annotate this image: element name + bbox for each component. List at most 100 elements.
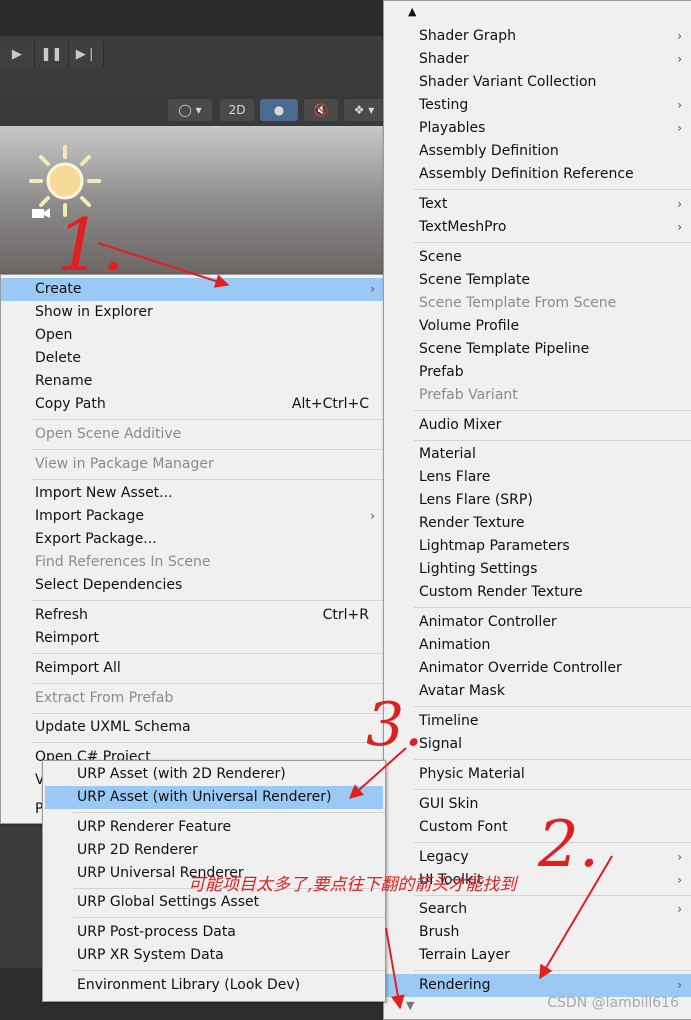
menu-item-label: Lightmap Parameters <box>419 538 570 554</box>
menu-item-text[interactable]: Text › <box>384 193 691 216</box>
menu-item-label: Search <box>419 901 468 917</box>
menu-item-playables[interactable]: Playables › <box>384 117 691 140</box>
menu-item-import-package[interactable]: Import Package › <box>1 505 384 528</box>
menu-item-label: Shader Graph <box>419 28 516 44</box>
menu-item-create[interactable]: Create › <box>1 278 384 301</box>
menu-item-terrain-layer[interactable]: Terrain Layer <box>384 944 691 967</box>
step-icon: ▶❘ <box>75 46 97 62</box>
menu-item-urp-asset-universal[interactable]: URP Asset (with Universal Renderer) <box>45 786 383 809</box>
chevron-right-icon: › <box>677 902 682 916</box>
menu-item-search[interactable]: Search › <box>384 898 691 921</box>
menu-separator <box>31 419 384 420</box>
menu-separator <box>414 607 691 608</box>
watermark: CSDN @lambill616 <box>547 995 679 1011</box>
menu-item-physic-material[interactable]: Physic Material <box>384 763 691 786</box>
lighting-toggle-button[interactable]: ● <box>260 99 298 121</box>
light-bulb-icon: ● <box>273 103 285 117</box>
menu-item-rename[interactable]: Rename <box>1 370 384 393</box>
menu-item-gui-skin[interactable]: GUI Skin <box>384 793 691 816</box>
menu-item-custom-font[interactable]: Custom Font <box>384 816 691 839</box>
menu-item-rendering[interactable]: Rendering › <box>384 974 691 997</box>
menu-separator <box>31 449 384 450</box>
menu-item-label: Create <box>35 281 82 297</box>
menu-item-render-texture[interactable]: Render Texture <box>384 512 691 535</box>
menu-item-scene-template[interactable]: Scene Template <box>384 269 691 292</box>
menu-separator <box>414 410 691 411</box>
menu-item-label: Testing <box>419 97 469 113</box>
menu-item-export-package[interactable]: Export Package... <box>1 528 384 551</box>
menu-item-urp-post-process-data[interactable]: URP Post-process Data <box>43 921 385 944</box>
menu-item-update-uxml-schema[interactable]: Update UXML Schema <box>1 716 384 739</box>
audio-toggle-button[interactable]: 🔇 <box>304 99 338 121</box>
chevron-right-icon: › <box>677 197 682 211</box>
menu-item-label: Update UXML Schema <box>35 719 191 735</box>
menu-item-label: Shader Variant Collection <box>419 74 597 90</box>
menu-item-select-dependencies[interactable]: Select Dependencies <box>1 574 384 597</box>
menu-item-testing[interactable]: Testing › <box>384 94 691 117</box>
menu-item-label: URP Asset (with Universal Renderer) <box>77 789 332 805</box>
menu-separator <box>31 600 384 601</box>
menu-item-lighting-settings[interactable]: Lighting Settings <box>384 558 691 581</box>
menu-item-scene-template-pipeline[interactable]: Scene Template Pipeline <box>384 338 691 361</box>
menu-item-open[interactable]: Open <box>1 324 384 347</box>
menu-item-shortcut: Ctrl+R <box>322 607 369 623</box>
menu-item-label: URP 2D Renderer <box>77 842 198 858</box>
menu-item-environment-library[interactable]: Environment Library (Look Dev) <box>43 974 385 997</box>
menu-item-reimport-all[interactable]: Reimport All <box>1 657 384 680</box>
effects-dropdown[interactable]: ❖ ▾ <box>344 99 384 121</box>
menu-item-ui-toolkit[interactable]: UI Toolkit › <box>384 869 691 892</box>
menu-item-urp-xr-system-data[interactable]: URP XR System Data <box>43 944 385 967</box>
menu-item-open-scene-additive: Open Scene Additive <box>1 423 384 446</box>
toggle-2d-button[interactable]: 2D <box>220 99 254 121</box>
globe-icon: ◯ ▾ <box>178 103 202 117</box>
menu-item-assembly-definition-reference[interactable]: Assembly Definition Reference <box>384 163 691 186</box>
menu-item-textmeshpro[interactable]: TextMeshPro › <box>384 216 691 239</box>
menu-item-delete[interactable]: Delete <box>1 347 384 370</box>
chevron-right-icon: › <box>677 121 682 135</box>
menu-item-shader[interactable]: Shader › <box>384 48 691 71</box>
menu-item-prefab[interactable]: Prefab <box>384 361 691 384</box>
menu-item-material[interactable]: Material <box>384 443 691 466</box>
draw-mode-dropdown[interactable]: ◯ ▾ <box>168 99 212 121</box>
menu-item-signal[interactable]: Signal <box>384 733 691 756</box>
menu-item-timeline[interactable]: Timeline <box>384 710 691 733</box>
menu-item-label: Environment Library (Look Dev) <box>77 977 301 993</box>
menu-item-legacy[interactable]: Legacy › <box>384 846 691 869</box>
menu-item-assembly-definition[interactable]: Assembly Definition <box>384 140 691 163</box>
menu-item-custom-render-texture[interactable]: Custom Render Texture <box>384 581 691 604</box>
menu-item-import-new-asset[interactable]: Import New Asset... <box>1 482 384 505</box>
menu-item-audio-mixer[interactable]: Audio Mixer <box>384 414 691 437</box>
menu-item-copy-path[interactable]: Copy Path Alt+Ctrl+C <box>1 393 384 416</box>
menu-item-urp-renderer-feature[interactable]: URP Renderer Feature <box>43 816 385 839</box>
menu-item-label: View in Package Manager <box>35 456 214 472</box>
menu-item-urp-asset-2d[interactable]: URP Asset (with 2D Renderer) <box>43 763 385 786</box>
menu-item-avatar-mask[interactable]: Avatar Mask <box>384 680 691 703</box>
menu-item-lens-flare-srp[interactable]: Lens Flare (SRP) <box>384 489 691 512</box>
menu-item-animator-controller[interactable]: Animator Controller <box>384 611 691 634</box>
menu-item-lens-flare[interactable]: Lens Flare <box>384 466 691 489</box>
menu-item-urp-global-settings[interactable]: URP Global Settings Asset <box>43 891 385 914</box>
menu-item-label: Scene Template From Scene <box>419 295 617 311</box>
pause-button[interactable]: ❚❚ <box>34 41 70 67</box>
play-button[interactable]: ▶ <box>0 41 35 67</box>
menu-item-shader-graph[interactable]: Shader Graph › <box>384 25 691 48</box>
menu-item-animator-override-controller[interactable]: Animator Override Controller <box>384 657 691 680</box>
menu-item-refresh[interactable]: Refresh Ctrl+R <box>1 604 384 627</box>
effects-icon: ❖ ▾ <box>353 103 375 117</box>
menu-item-reimport[interactable]: Reimport <box>1 627 384 650</box>
menu-item-scene[interactable]: Scene <box>384 246 691 269</box>
menu-item-urp-2d-renderer[interactable]: URP 2D Renderer <box>43 839 385 862</box>
menu-item-volume-profile[interactable]: Volume Profile <box>384 315 691 338</box>
menu-item-lightmap-parameters[interactable]: Lightmap Parameters <box>384 535 691 558</box>
menu-item-urp-universal-renderer[interactable]: URP Universal Renderer <box>43 862 385 885</box>
chevron-right-icon: › <box>677 850 682 864</box>
menu-item-brush[interactable]: Brush <box>384 921 691 944</box>
menu-item-label: URP Renderer Feature <box>77 819 232 835</box>
step-button[interactable]: ▶❘ <box>69 41 105 67</box>
menu-item-shader-variant-collection[interactable]: Shader Variant Collection <box>384 71 691 94</box>
menu-item-show-in-explorer[interactable]: Show in Explorer <box>1 301 384 324</box>
scroll-up-arrow-icon[interactable]: ▲ <box>408 5 416 18</box>
menu-item-animation[interactable]: Animation <box>384 634 691 657</box>
menu-item-label: Legacy <box>419 849 469 865</box>
scroll-down-arrow-icon[interactable]: ▼ <box>406 999 414 1012</box>
